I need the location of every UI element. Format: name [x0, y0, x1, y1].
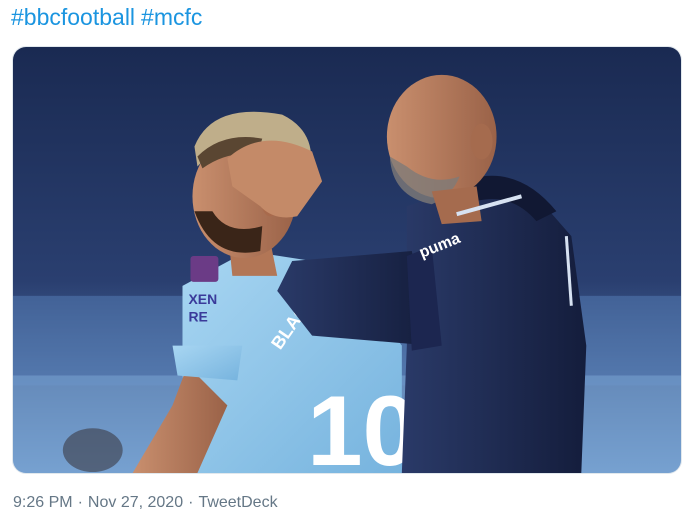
tweet-time[interactable]: 9:26 PM: [13, 494, 73, 511]
shirt-sponsor-text: XEN: [188, 291, 217, 307]
meta-separator: ·: [77, 494, 83, 511]
photo-illustration: XEN RE BLAC 10 puma: [13, 47, 681, 473]
hashtag-mcfc[interactable]: #mcfc: [141, 4, 202, 30]
tweet-hashtags: #bbcfootball #mcfc: [11, 2, 208, 32]
hashtag-bbcfootball[interactable]: #bbcfootball: [11, 4, 135, 30]
meta-separator: ·: [188, 494, 194, 511]
tweet-date[interactable]: Nov 27, 2020: [88, 494, 183, 511]
svg-text:RE: RE: [188, 309, 207, 325]
tweet-photo[interactable]: XEN RE BLAC 10 puma: [12, 46, 682, 474]
shirt-number: 10: [307, 376, 418, 473]
tweet-meta: 9:26 PM · Nov 27, 2020 · TweetDeck: [13, 492, 278, 514]
tweet-source[interactable]: TweetDeck: [198, 494, 277, 511]
